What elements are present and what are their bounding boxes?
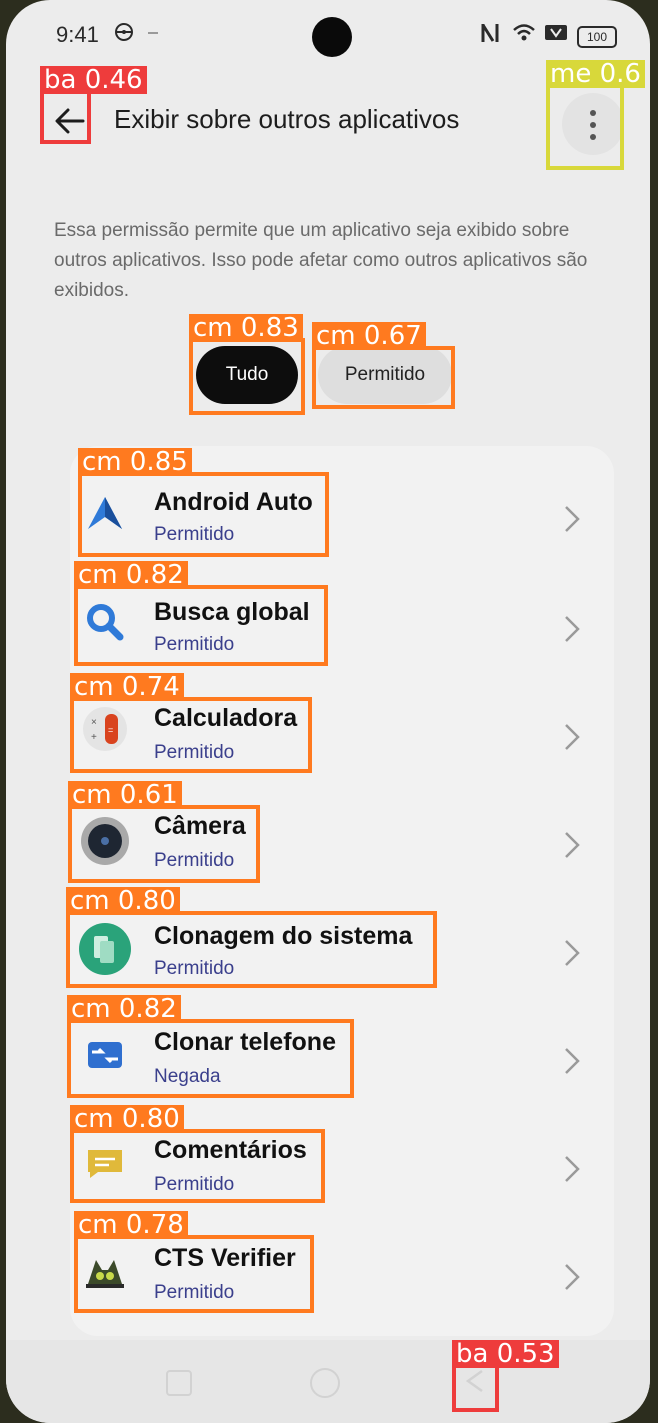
detection-label: cm 0.80 xyxy=(66,887,180,915)
detection-box: cm 0.67 xyxy=(312,322,455,409)
detection-box: cm 0.74 xyxy=(70,673,312,773)
battery-indicator: 100 xyxy=(577,26,617,48)
chevron-right-icon xyxy=(562,1046,582,1076)
chevron-right-icon xyxy=(562,938,582,968)
chevron-right-icon xyxy=(562,1154,582,1184)
detection-label: cm 0.78 xyxy=(74,1211,188,1239)
detection-label: cm 0.80 xyxy=(70,1105,184,1133)
detection-box: cm 0.78 xyxy=(74,1211,314,1313)
detection-box: cm 0.80 xyxy=(70,1105,325,1203)
chevron-right-icon xyxy=(562,504,582,534)
steering-wheel-icon xyxy=(114,22,134,48)
detection-box: cm 0.85 xyxy=(78,448,329,557)
detection-label: me 0.6 xyxy=(546,60,645,88)
detection-label: cm 0.82 xyxy=(67,995,181,1023)
page-title: Exibir sobre outros aplicativos xyxy=(114,104,460,134)
detection-box: ba 0.46 xyxy=(40,66,147,144)
permission-description: Essa permissão permite que um aplicativo… xyxy=(54,220,588,301)
detection-box: cm 0.83 xyxy=(189,314,305,415)
chevron-right-icon xyxy=(562,830,582,860)
chevron-right-icon xyxy=(562,1262,582,1292)
chevron-right-icon xyxy=(562,614,582,644)
detection-box: ba 0.53 xyxy=(452,1340,559,1412)
home-button[interactable] xyxy=(310,1368,340,1398)
detection-label: cm 0.61 xyxy=(68,781,182,809)
sim-icon xyxy=(544,22,568,48)
detection-box: cm 0.80 xyxy=(66,887,437,988)
detection-label: cm 0.85 xyxy=(78,448,192,476)
chevron-right-icon xyxy=(562,722,582,752)
front-camera xyxy=(312,17,352,57)
minus-icon xyxy=(146,22,160,48)
detection-label: ba 0.53 xyxy=(452,1340,559,1368)
detection-box: cm 0.61 xyxy=(68,781,260,883)
detection-box: me 0.6 xyxy=(546,60,645,170)
nfc-icon xyxy=(480,22,500,50)
wifi-icon xyxy=(512,22,536,48)
detection-label: ba 0.46 xyxy=(40,66,147,94)
detection-label: cm 0.83 xyxy=(189,314,303,342)
status-time: 9:41 xyxy=(56,22,99,47)
detection-label: cm 0.67 xyxy=(312,322,426,350)
recent-apps-button[interactable] xyxy=(166,1370,192,1396)
detection-box: cm 0.82 xyxy=(74,561,328,666)
detection-label: cm 0.82 xyxy=(74,561,188,589)
detection-box: cm 0.82 xyxy=(67,995,354,1098)
detection-label: cm 0.74 xyxy=(70,673,184,701)
